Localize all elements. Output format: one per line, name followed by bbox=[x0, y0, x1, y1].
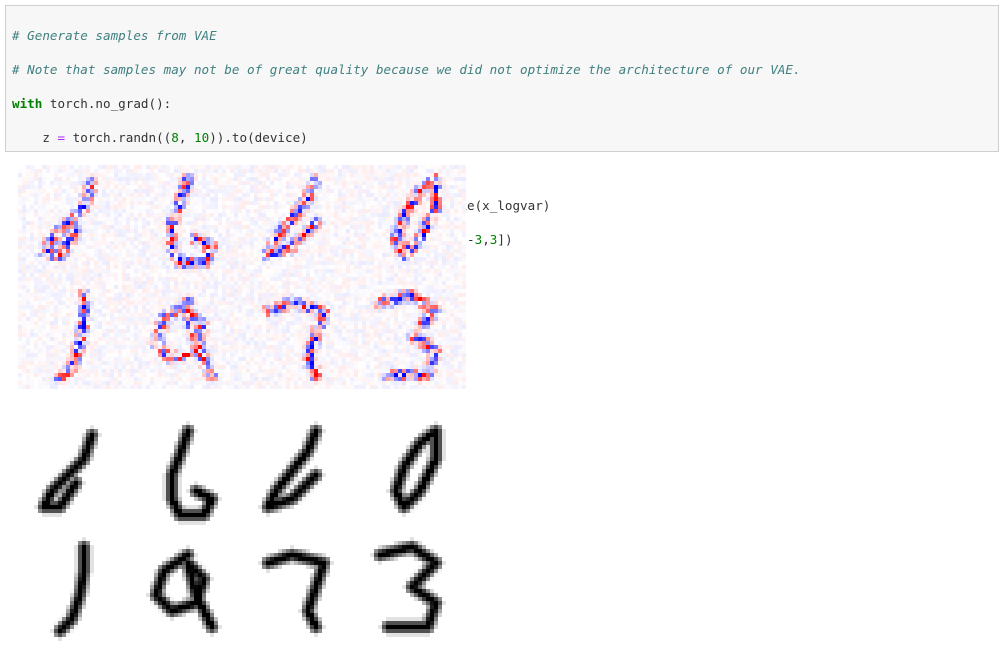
code-cell[interactable]: # Generate samples from VAE # Note that … bbox=[5, 5, 999, 281]
code-line-3: with torch.no_grad(): bbox=[12, 96, 172, 111]
code-line-4: z = torch.randn((8, 10)).to(device) bbox=[12, 130, 308, 145]
vae-sample-image-grid bbox=[18, 165, 466, 389]
code-line-1: # Generate samples from VAE bbox=[12, 28, 217, 43]
code-line-2: # Note that samples may not be of great … bbox=[12, 62, 801, 77]
vae-variance-image-grid bbox=[18, 417, 466, 641]
